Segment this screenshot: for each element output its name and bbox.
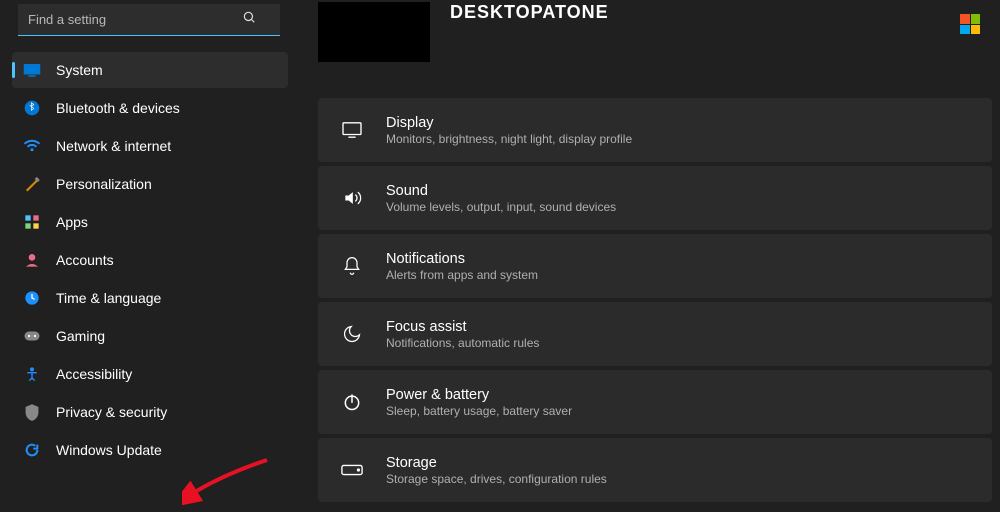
card-subtitle: Sleep, battery usage, battery saver: [386, 404, 572, 418]
shield-icon: [22, 402, 42, 422]
card-focus[interactable]: Focus assist Notifications, automatic ru…: [318, 302, 992, 366]
card-title: Sound: [386, 183, 616, 199]
main-content: DESKTOPATONE Display Monitors, brightnes…: [300, 0, 1000, 512]
update-icon: [22, 440, 42, 460]
card-sound[interactable]: Sound Volume levels, output, input, soun…: [318, 166, 992, 230]
sidebar-item-label: Bluetooth & devices: [56, 100, 180, 116]
sidebar-item-time[interactable]: Time & language: [12, 280, 288, 316]
person-icon: [22, 250, 42, 270]
apps-icon: [22, 212, 42, 232]
search-icon: [242, 10, 256, 24]
system-icon: [22, 60, 42, 80]
card-title: Display: [386, 115, 632, 131]
sidebar-item-label: Privacy & security: [56, 404, 167, 420]
card-title: Storage: [386, 455, 607, 471]
search-input[interactable]: [18, 4, 280, 36]
card-subtitle: Monitors, brightness, night light, displ…: [386, 132, 632, 146]
sidebar-item-personalization[interactable]: Personalization: [12, 166, 288, 202]
sidebar-item-label: Accessibility: [56, 366, 132, 382]
moon-icon: [338, 324, 366, 344]
microsoft-logo-icon: [960, 14, 980, 34]
sidebar-item-label: Windows Update: [56, 442, 162, 458]
sidebar-item-bluetooth[interactable]: Bluetooth & devices: [12, 90, 288, 126]
card-subtitle: Notifications, automatic rules: [386, 336, 539, 350]
sidebar-item-label: System: [56, 62, 103, 78]
card-power[interactable]: Power & battery Sleep, battery usage, ba…: [318, 370, 992, 434]
card-title: Notifications: [386, 251, 538, 267]
search-wrap: [12, 0, 288, 50]
sidebar-item-label: Apps: [56, 214, 88, 230]
sidebar-item-privacy[interactable]: Privacy & security: [12, 394, 288, 430]
sound-icon: [338, 188, 366, 208]
accessibility-icon: [22, 364, 42, 384]
clock-icon: [22, 288, 42, 308]
sidebar-item-apps[interactable]: Apps: [12, 204, 288, 240]
sidebar-item-accessibility[interactable]: Accessibility: [12, 356, 288, 392]
sidebar-item-label: Network & internet: [56, 138, 171, 154]
user-name: DESKTOPATONE: [450, 2, 609, 23]
card-notifications[interactable]: Notifications Alerts from apps and syste…: [318, 234, 992, 298]
sidebar-item-system[interactable]: System: [12, 52, 288, 88]
sidebar-item-windows-update[interactable]: Windows Update: [12, 432, 288, 468]
brush-icon: [22, 174, 42, 194]
card-subtitle: Alerts from apps and system: [386, 268, 538, 282]
card-title: Focus assist: [386, 319, 539, 335]
storage-icon: [338, 464, 366, 476]
header: DESKTOPATONE: [318, 0, 992, 62]
avatar: [318, 2, 430, 62]
bluetooth-icon: [22, 98, 42, 118]
card-display[interactable]: Display Monitors, brightness, night ligh…: [318, 98, 992, 162]
sidebar-item-label: Accounts: [56, 252, 114, 268]
sidebar-item-network[interactable]: Network & internet: [12, 128, 288, 164]
card-subtitle: Volume levels, output, input, sound devi…: [386, 200, 616, 214]
sidebar: System Bluetooth & devices Network & int…: [0, 0, 300, 512]
sidebar-item-accounts[interactable]: Accounts: [12, 242, 288, 278]
sidebar-item-gaming[interactable]: Gaming: [12, 318, 288, 354]
sidebar-item-label: Personalization: [56, 176, 152, 192]
card-storage[interactable]: Storage Storage space, drives, configura…: [318, 438, 992, 502]
card-subtitle: Storage space, drives, configuration rul…: [386, 472, 607, 486]
bell-icon: [338, 256, 366, 276]
display-icon: [338, 121, 366, 139]
wifi-icon: [22, 136, 42, 156]
power-icon: [338, 392, 366, 412]
gaming-icon: [22, 326, 42, 346]
card-title: Power & battery: [386, 387, 572, 403]
sidebar-item-label: Gaming: [56, 328, 105, 344]
sidebar-item-label: Time & language: [56, 290, 161, 306]
